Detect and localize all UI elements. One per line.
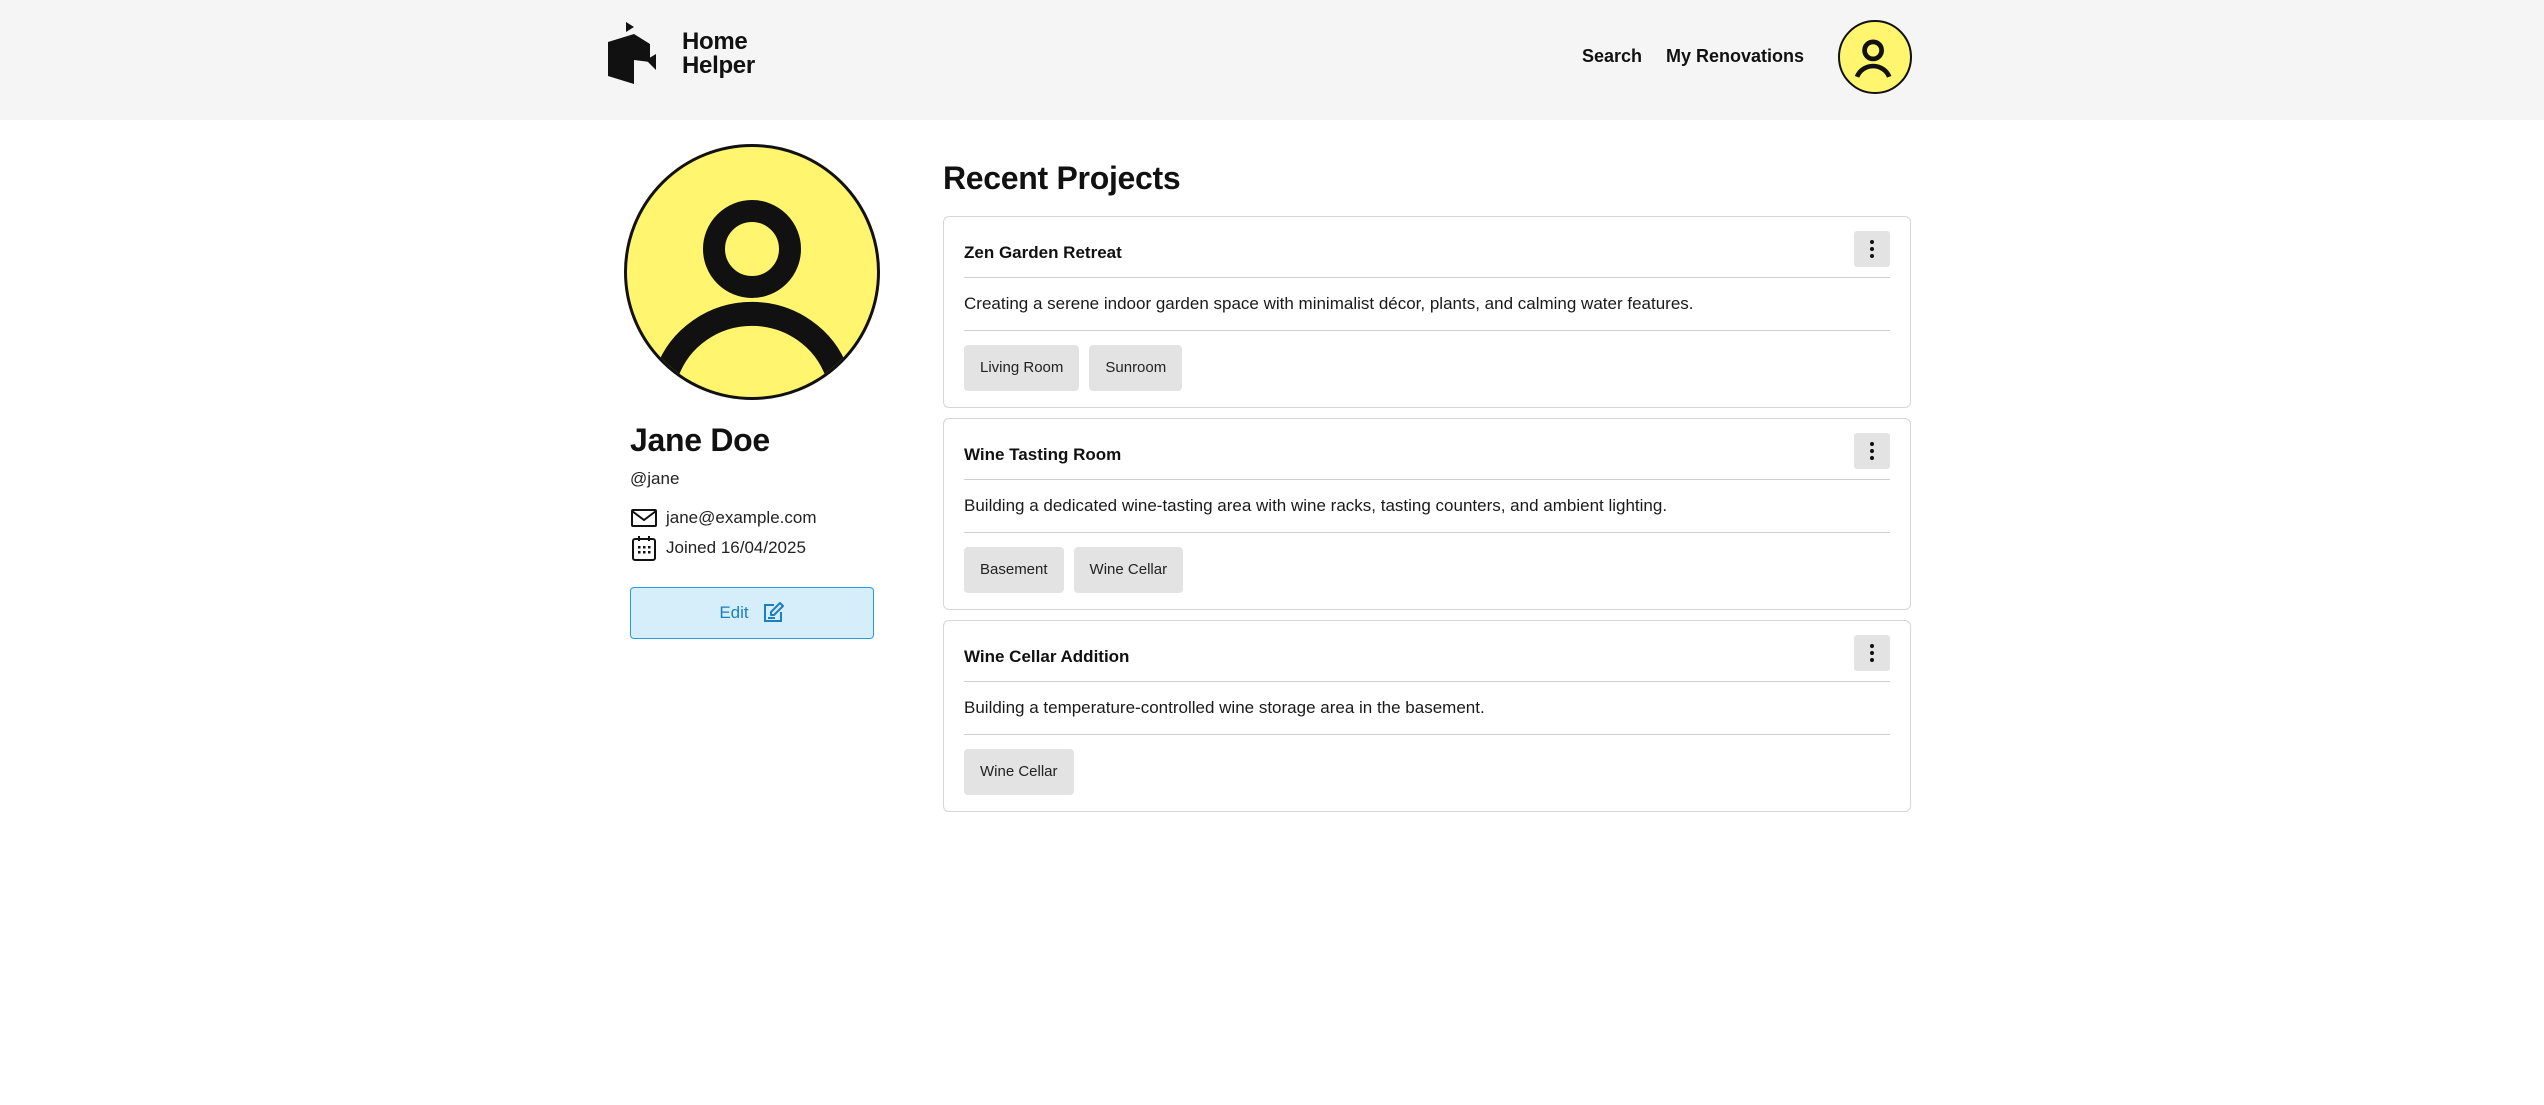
project-tag[interactable]: Wine Cellar: [1073, 547, 1184, 593]
home-helper-logo[interactable]: Home Helper: [608, 22, 755, 86]
card-divider: [964, 734, 1890, 735]
profile-avatar: [624, 144, 880, 400]
logo-text: Home Helper: [682, 30, 755, 78]
project-menu-button[interactable]: [1854, 433, 1890, 469]
card-divider: [964, 532, 1890, 533]
project-menu-button[interactable]: [1854, 635, 1890, 671]
more-vertical-icon: [1870, 240, 1874, 258]
project-card[interactable]: Wine Cellar Addition Building a temperat…: [943, 620, 1911, 812]
edit-pencil-icon: [763, 602, 784, 622]
home-helper-logo-icon: [608, 22, 656, 84]
envelope-icon: [631, 509, 657, 527]
project-tags: Basement Wine Cellar: [964, 547, 1184, 593]
logo-text-line1: Home: [682, 28, 748, 55]
card-divider: [964, 681, 1890, 682]
user-avatar-button[interactable]: [1838, 20, 1912, 94]
user-silhouette-icon: [1854, 39, 1892, 78]
project-tags: Wine Cellar: [964, 749, 1074, 795]
project-description: Building a temperature-controlled wine s…: [964, 698, 1485, 717]
project-title[interactable]: Wine Tasting Room: [964, 444, 1121, 466]
project-tags: Living Room Sunroom: [964, 345, 1183, 391]
project-description: Building a dedicated wine-tasting area w…: [964, 496, 1668, 515]
recent-projects-title: Recent Projects: [943, 160, 1181, 196]
project-description: Creating a serene indoor garden space wi…: [964, 294, 1694, 313]
profile-joined-date: Joined 16/04/2025: [666, 538, 806, 557]
nav-my-renovations-link[interactable]: My Renovations: [1666, 44, 1804, 68]
nav-search-link[interactable]: Search: [1582, 44, 1642, 68]
more-vertical-icon: [1870, 644, 1874, 662]
project-tag[interactable]: Basement: [964, 547, 1064, 593]
project-tag[interactable]: Wine Cellar: [964, 749, 1074, 795]
project-title[interactable]: Wine Cellar Addition: [964, 646, 1129, 668]
calendar-icon: [632, 536, 656, 561]
profile-name: Jane Doe: [630, 422, 770, 458]
project-tag[interactable]: Sunroom: [1089, 345, 1183, 391]
project-card[interactable]: Wine Tasting Room Building a dedicated w…: [943, 418, 1911, 610]
profile-handle: @jane: [630, 469, 680, 488]
top-navigation-bar: Home Helper Search My Renovations: [0, 0, 2544, 120]
more-vertical-icon: [1870, 442, 1874, 460]
project-tag[interactable]: Living Room: [964, 345, 1080, 391]
user-silhouette-icon: [655, 200, 849, 378]
edit-profile-button[interactable]: Edit: [630, 587, 874, 639]
project-title[interactable]: Zen Garden Retreat: [964, 242, 1122, 264]
profile-joined-row: Joined 16/04/2025: [630, 534, 806, 562]
card-divider: [964, 330, 1890, 331]
edit-button-label: Edit: [719, 603, 749, 622]
project-card[interactable]: Zen Garden Retreat Creating a serene ind…: [943, 216, 1911, 408]
project-menu-button[interactable]: [1854, 231, 1890, 267]
card-divider: [964, 277, 1890, 278]
logo-text-line2: Helper: [682, 52, 755, 79]
profile-email-row: jane@example.com: [630, 504, 817, 532]
card-divider: [964, 479, 1890, 480]
profile-email: jane@example.com: [666, 508, 817, 527]
